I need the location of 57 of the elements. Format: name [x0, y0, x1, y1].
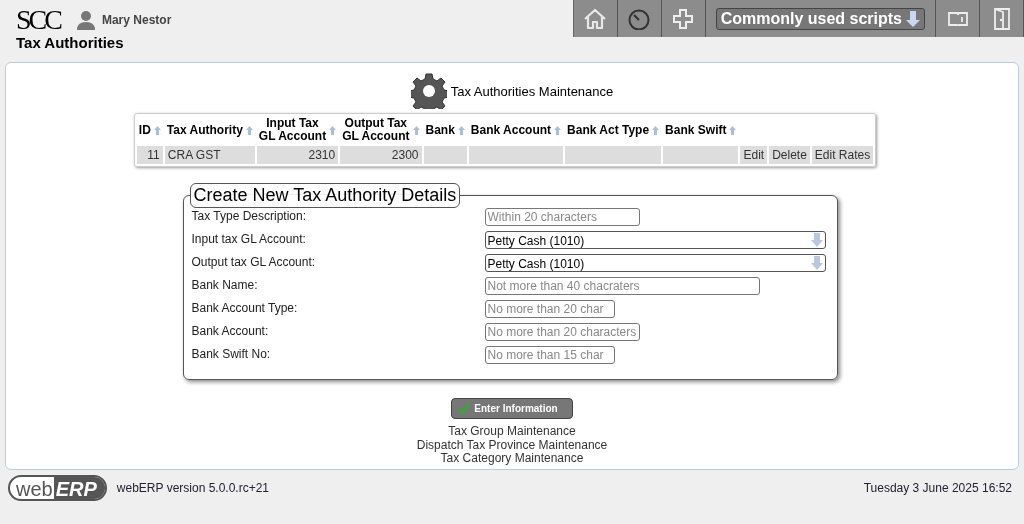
down-arrow-icon — [810, 256, 823, 270]
table-cell: 2300 — [340, 146, 422, 164]
checkmark-icon — [458, 402, 471, 415]
input-field[interactable]: Not more than 40 chacraters — [484, 277, 760, 295]
account-dropdown[interactable]: Petty Cash (1010) — [484, 254, 826, 272]
field-label: Input tax GL Account: — [191, 231, 307, 246]
field-label: Tax Type Description: — [191, 208, 307, 223]
column-header[interactable]: Output Tax GL Account — [342, 117, 410, 143]
user-icon — [75, 10, 96, 30]
section-title: Tax Authorities Maintenance — [450, 83, 614, 99]
column-header[interactable]: Bank Act Type — [567, 123, 650, 137]
sort-arrow-icon[interactable] — [245, 125, 253, 135]
field-label: Bank Account: — [191, 323, 270, 338]
sort-arrow-icon[interactable] — [153, 125, 161, 135]
plus-icon — [671, 7, 696, 30]
maintenance-link[interactable]: Tax Category Maintenance — [440, 452, 584, 466]
enter-information-button[interactable]: Enter Information — [451, 398, 573, 419]
sort-arrow-icon[interactable] — [652, 125, 660, 135]
weberp-logo: webERP — [8, 475, 107, 501]
sort-arrow-icon[interactable] — [329, 125, 337, 135]
sort-arrow-icon[interactable] — [457, 125, 465, 135]
door-icon — [991, 6, 1012, 31]
maintenance-link[interactable]: Tax Group Maintenance — [448, 425, 576, 439]
sort-arrow-icon[interactable] — [412, 125, 420, 135]
table-cell: 2310 — [256, 146, 339, 164]
date-time: Tuesday 3 June 2025 16:52 — [863, 481, 1012, 495]
input-field[interactable]: No more than 20 char — [484, 300, 615, 318]
down-arrow-icon — [810, 233, 823, 247]
field-label: Bank Swift No: — [191, 346, 272, 361]
column-header[interactable]: Bank Swift — [665, 123, 727, 137]
input-field[interactable]: No more than 15 char — [484, 346, 615, 364]
down-arrow-icon — [906, 9, 920, 28]
column-header[interactable]: Input Tax GL Account — [258, 117, 327, 143]
field-label: Bank Account Type: — [191, 300, 299, 315]
gauge-icon — [627, 7, 652, 30]
table-cell: CRA GST — [164, 146, 255, 164]
page-title: Tax Authorities — [16, 34, 125, 51]
field-label: Output tax GL Account: — [191, 254, 317, 269]
version-text: webERP version 5.0.0.rc+21 — [116, 481, 270, 495]
column-header[interactable]: ID — [138, 123, 151, 137]
user-name: Mary Nestor — [101, 13, 172, 27]
form-legend: Create New Tax Authority Details — [189, 183, 461, 208]
account-dropdown[interactable]: Petty Cash (1010) — [484, 231, 826, 249]
input-field[interactable]: No more than 20 characters — [484, 323, 640, 341]
scripts-dropdown[interactable]: Commonly used scripts — [715, 7, 925, 30]
table-cell: 11 — [136, 146, 163, 164]
gear-icon — [410, 73, 447, 109]
maintenance-link[interactable]: Dispatch Tax Province Maintenance — [416, 438, 608, 452]
column-header[interactable]: Bank — [425, 123, 455, 137]
sort-arrow-icon[interactable] — [729, 125, 737, 135]
home-icon — [583, 7, 608, 30]
company-logo: SCC — [16, 6, 60, 34]
input-field[interactable]: Within 20 characters — [484, 208, 640, 226]
column-header[interactable]: Bank Account — [470, 123, 552, 137]
sort-arrow-icon[interactable] — [554, 125, 562, 135]
column-header[interactable]: Tax Authority — [166, 123, 243, 137]
field-label: Bank Name: — [191, 277, 259, 292]
